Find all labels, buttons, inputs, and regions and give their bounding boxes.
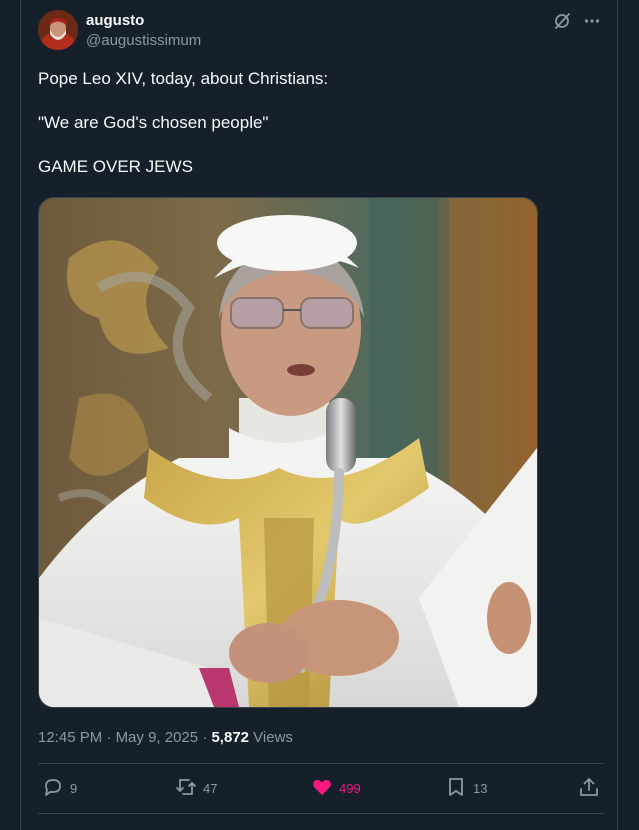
bookmark-count: 13 <box>473 780 488 796</box>
tweet-column: augusto @augustissimum Pope Leo XIV, tod… <box>20 0 618 830</box>
tweet-image[interactable] <box>38 197 538 708</box>
tweet-meta: 12:45 PM · May 9, 2025 · 5,872 Views <box>38 728 293 748</box>
display-name[interactable]: augusto <box>86 11 201 31</box>
tweet-text: Pope Leo XIV, today, about Christians: "… <box>38 68 578 200</box>
meta-separator: · <box>198 729 212 746</box>
divider <box>38 763 604 764</box>
views-label: Views <box>249 729 293 746</box>
heart-icon <box>311 776 333 801</box>
tweet-date[interactable]: May 9, 2025 <box>116 729 199 746</box>
tweet-line: Pope Leo XIV, today, about Christians: <box>38 69 329 88</box>
more-icon[interactable] <box>581 10 603 32</box>
avatar-image <box>38 10 78 50</box>
share-icon <box>578 776 600 801</box>
tweet-top-actions <box>551 10 603 32</box>
photo-illustration <box>39 198 537 707</box>
share-button[interactable] <box>578 776 600 800</box>
author-block: augusto @augustissimum <box>86 11 201 51</box>
tweet-time[interactable]: 12:45 PM <box>38 729 102 746</box>
like-count: 499 <box>339 780 361 796</box>
action-bar: 9 47 499 13 <box>38 776 604 800</box>
meta-separator: · <box>102 729 116 746</box>
divider <box>38 813 604 814</box>
avatar[interactable] <box>38 10 78 50</box>
reply-icon <box>42 776 64 801</box>
tweet-line: GAME OVER JEWS <box>38 157 193 176</box>
reply-button[interactable]: 9 <box>42 776 77 800</box>
bookmark-button[interactable]: 13 <box>445 776 487 800</box>
tweet-line: "We are God's chosen people" <box>38 113 269 132</box>
repost-icon <box>175 776 197 801</box>
grok-icon[interactable] <box>551 10 573 32</box>
like-button[interactable]: 499 <box>311 776 361 800</box>
views-count: 5,872 <box>211 729 250 746</box>
repost-count: 47 <box>203 780 218 796</box>
repost-button[interactable]: 47 <box>175 776 217 800</box>
bookmark-icon <box>445 776 467 801</box>
reply-count: 9 <box>70 780 78 796</box>
handle[interactable]: @augustissimum <box>86 31 201 51</box>
